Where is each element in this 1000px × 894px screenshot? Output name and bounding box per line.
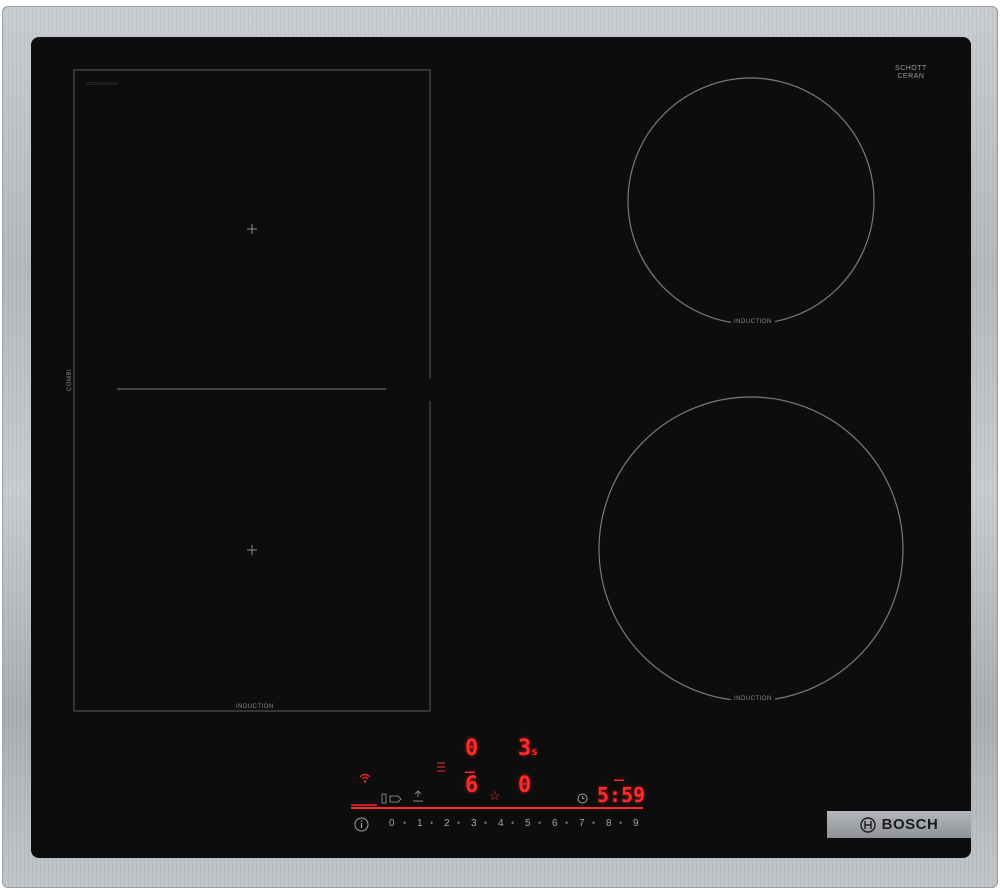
model-text: ▭▭▭▭▭▭ [87, 81, 119, 87]
front-left-level-display: 6 [465, 773, 479, 798]
rear-right-level-suffix: s [531, 745, 538, 758]
logo-line-1: SCHOTT [895, 65, 927, 72]
scale-dot: • [403, 818, 407, 828]
bosch-armature-icon [859, 816, 876, 833]
scale-digit-0[interactable]: 0 [389, 818, 395, 829]
timer-display: 5:59 [597, 783, 646, 807]
scale-dot: • [484, 818, 488, 828]
front-right-level-display: 0 [518, 773, 532, 798]
crosshair-rear [247, 224, 257, 234]
scale-dot: • [511, 818, 515, 828]
star-icon[interactable]: ☆ [489, 788, 501, 804]
zone-markings [73, 69, 904, 809]
scale-dot: • [457, 818, 461, 828]
clock-icon[interactable] [577, 791, 588, 809]
rear-right-level-display: 3s [518, 736, 538, 761]
boost-icon[interactable] [411, 790, 425, 809]
scale-dot: • [538, 818, 542, 828]
rear-right-zone-label: INDUCTION [731, 319, 775, 325]
front-right-zone [598, 396, 904, 702]
bosch-badge: BOSCH [827, 811, 971, 838]
wifi-icon[interactable] [359, 772, 371, 787]
front-right-zone-label: INDUCTION [731, 696, 775, 702]
scale-digit-4[interactable]: 4 [498, 818, 504, 829]
scale-dot: • [619, 818, 623, 828]
scale-digit-6[interactable]: 6 [552, 818, 558, 829]
scale-digit-9[interactable]: 9 [633, 818, 639, 829]
scale-dot: • [430, 818, 434, 828]
scale-digit-2[interactable]: 2 [444, 818, 450, 829]
rear-right-zone [627, 77, 875, 325]
timer-mode-indicator: ▬▬ [614, 777, 625, 783]
scale-digit-1[interactable]: 1 [417, 818, 423, 829]
brand-name: BOSCH [881, 816, 939, 833]
frying-sensor-icon[interactable] [381, 792, 403, 810]
crosshair-front [247, 545, 257, 555]
rear-right-level-value: 3 [518, 736, 532, 761]
menu-lines-icon[interactable] [436, 760, 446, 778]
scale-digit-8[interactable]: 8 [606, 818, 612, 829]
flex-zone-label: INDUCTION [233, 704, 277, 710]
logo-line-2: CERAN [897, 73, 925, 80]
info-icon[interactable] [354, 817, 369, 837]
ceramic-glass-surface: ▭▭▭▭▭▭ INDUCTION COMBI INDUCTION INDUCTI… [31, 37, 971, 858]
scale-dot: • [565, 818, 569, 828]
scale-digit-3[interactable]: 3 [471, 818, 477, 829]
combi-label: COMBI [67, 366, 73, 393]
rear-left-level-display: 0 [465, 736, 479, 761]
scale-digit-5[interactable]: 5 [525, 818, 531, 829]
scale-dot: • [592, 818, 596, 828]
flex-zone-outline [73, 69, 431, 712]
scale-digit-7[interactable]: 7 [579, 818, 585, 829]
level-indicator: ▬▬ [465, 769, 475, 775]
schott-ceran-logo: SCHOTT CERAN [895, 65, 927, 81]
